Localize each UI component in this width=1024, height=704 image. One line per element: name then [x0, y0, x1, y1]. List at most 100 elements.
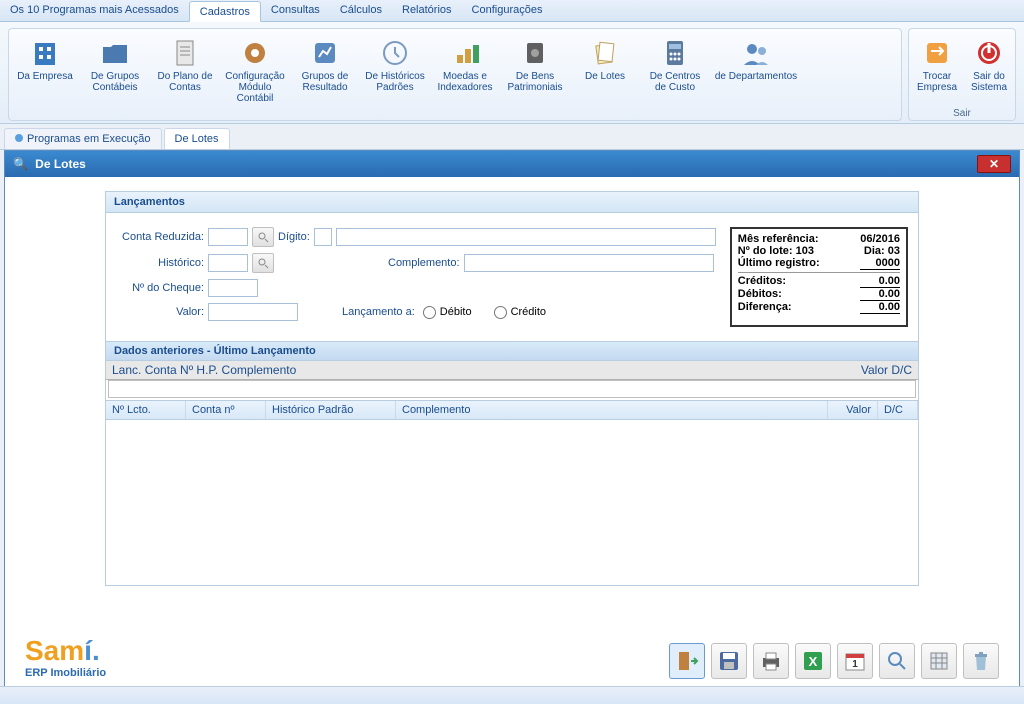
svg-text:1: 1 — [852, 659, 858, 670]
label-valor: Valor: — [116, 306, 204, 318]
label-digito: Dígito: — [278, 231, 310, 243]
label-historico: Histórico: — [116, 257, 204, 269]
tool-calendar[interactable]: 1 — [837, 643, 873, 679]
power-icon — [973, 37, 1005, 69]
menu-item[interactable]: Os 10 Programas mais Acessados — [0, 0, 189, 21]
grid-header: Nº Lcto. Conta nº Histórico Padrão Compl… — [106, 400, 918, 420]
input-digito[interactable] — [314, 228, 332, 246]
print-icon — [759, 649, 783, 673]
close-button[interactable]: ✕ — [977, 155, 1011, 173]
grid-col[interactable]: Conta nº — [186, 401, 266, 419]
ribbon-group-sair: Trocar Empresa Sair do Sistema Sair — [908, 28, 1016, 121]
building-icon — [29, 37, 61, 69]
search-icon — [885, 649, 909, 673]
bottom-toolbar: X 1 — [669, 643, 999, 679]
menu-item[interactable]: Cadastros — [189, 1, 261, 22]
folder-icon — [99, 37, 131, 69]
ribbon-btn-da-empresa[interactable]: Da Empresa — [11, 33, 79, 106]
swap-icon — [921, 37, 953, 69]
child-window: 🔍 De Lotes ✕ Lançamentos Conta Reduzida:… — [4, 150, 1020, 688]
menu-bar: Os 10 Programas mais Acessados Cadastros… — [0, 0, 1024, 22]
input-cheque[interactable] — [208, 279, 258, 297]
group-label: Sair — [909, 108, 1015, 119]
document-icon — [169, 37, 201, 69]
menu-item[interactable]: Cálculos — [330, 0, 392, 21]
ribbon-btn-plano-contas[interactable]: Do Plano de Contas — [151, 33, 219, 106]
ribbon-btn-bens[interactable]: De Bens Patrimoniais — [501, 33, 569, 106]
tool-search[interactable] — [879, 643, 915, 679]
calendar-icon: 1 — [843, 649, 867, 673]
search-icon — [257, 257, 269, 269]
panel-lancamentos: Lançamentos Conta Reduzida: Dígito: Hist… — [105, 191, 919, 586]
door-exit-icon — [675, 649, 699, 673]
excel-icon: X — [801, 649, 825, 673]
radio-debito[interactable] — [423, 306, 436, 319]
mono-row — [108, 380, 916, 398]
tool-exit[interactable] — [669, 643, 705, 679]
trash-icon — [969, 649, 993, 673]
input-historico[interactable] — [208, 254, 248, 272]
tab-programas[interactable]: Programas em Execução — [4, 128, 162, 149]
ribbon: Da Empresa De Grupos Contábeis Do Plano … — [0, 22, 1024, 124]
grid-icon — [927, 649, 951, 673]
menu-item[interactable]: Consultas — [261, 0, 330, 21]
label-cheque: Nº do Cheque: — [116, 282, 204, 294]
grid-col[interactable]: Valor — [828, 401, 878, 419]
grid-col[interactable]: D/C — [878, 401, 918, 419]
ribbon-btn-sair[interactable]: Sair do Sistema — [965, 33, 1013, 106]
ribbon-btn-trocar-empresa[interactable]: Trocar Empresa — [911, 33, 963, 106]
grid-col[interactable]: Histórico Padrão — [266, 401, 396, 419]
ribbon-btn-config-modulo[interactable]: Configuração Módulo Contábil — [221, 33, 289, 106]
tool-trash[interactable] — [963, 643, 999, 679]
input-complemento[interactable] — [464, 254, 714, 272]
safe-icon — [519, 37, 551, 69]
label-conta-reduzida: Conta Reduzida: — [116, 231, 204, 243]
tool-save[interactable] — [711, 643, 747, 679]
info-box: Mês referência:06/2016 Nº do lote: 103Di… — [730, 227, 908, 327]
tool-excel[interactable]: X — [795, 643, 831, 679]
tool-grid[interactable] — [921, 643, 957, 679]
menu-item[interactable]: Configurações — [462, 0, 553, 21]
ribbon-btn-grupos-resultado[interactable]: Grupos de Resultado — [291, 33, 359, 106]
app-logo: Samí. ERP Imobiliário — [25, 635, 106, 679]
tool-print[interactable] — [753, 643, 789, 679]
ribbon-group-cadastros: Da Empresa De Grupos Contábeis Do Plano … — [8, 28, 902, 121]
tab-marker-icon — [15, 134, 23, 142]
radio-credito[interactable] — [494, 306, 507, 319]
label-complemento: Complemento: — [388, 257, 460, 269]
gear-icon — [239, 37, 271, 69]
input-conta-desc[interactable] — [336, 228, 716, 246]
mono-columns: Lanc. Conta Nº H.P. Complemento Valor D/… — [106, 361, 918, 380]
currency-icon — [449, 37, 481, 69]
grid-col[interactable]: Complemento — [396, 401, 828, 419]
status-bar — [0, 686, 1024, 704]
ribbon-btn-grupos-contabeis[interactable]: De Grupos Contábeis — [81, 33, 149, 106]
history-icon — [379, 37, 411, 69]
menu-item[interactable]: Relatórios — [392, 0, 462, 21]
save-icon — [717, 649, 741, 673]
grid-body[interactable] — [106, 420, 918, 585]
input-valor[interactable] — [208, 303, 298, 321]
ribbon-btn-departamentos[interactable]: de Departamentos — [711, 33, 801, 106]
users-icon — [740, 37, 772, 69]
search-icon — [257, 231, 269, 243]
ribbon-btn-de-lotes[interactable]: De Lotes — [571, 33, 639, 106]
window-title-text: De Lotes — [35, 157, 86, 171]
calculator-icon — [659, 37, 691, 69]
ribbon-btn-moedas[interactable]: Moedas e Indexadores — [431, 33, 499, 106]
label-lancamento-a: Lançamento a: — [342, 306, 415, 318]
open-tabs: Programas em Execução De Lotes — [0, 124, 1024, 150]
lookup-conta-button[interactable] — [252, 227, 274, 247]
ribbon-btn-historicos[interactable]: De Históricos Padrões — [361, 33, 429, 106]
chart-icon — [309, 37, 341, 69]
ribbon-btn-centros-custo[interactable]: De Centros de Custo — [641, 33, 709, 106]
panel-title: Lançamentos — [106, 192, 918, 213]
window-titlebar: 🔍 De Lotes ✕ — [5, 151, 1019, 177]
grid-col[interactable]: Nº Lcto. — [106, 401, 186, 419]
papers-icon — [589, 37, 621, 69]
subpanel-title: Dados anteriores - Último Lançamento — [106, 341, 918, 361]
tab-de-lotes[interactable]: De Lotes — [164, 128, 230, 149]
lookup-historico-button[interactable] — [252, 253, 274, 273]
svg-text:X: X — [809, 654, 818, 669]
input-conta-reduzida[interactable] — [208, 228, 248, 246]
